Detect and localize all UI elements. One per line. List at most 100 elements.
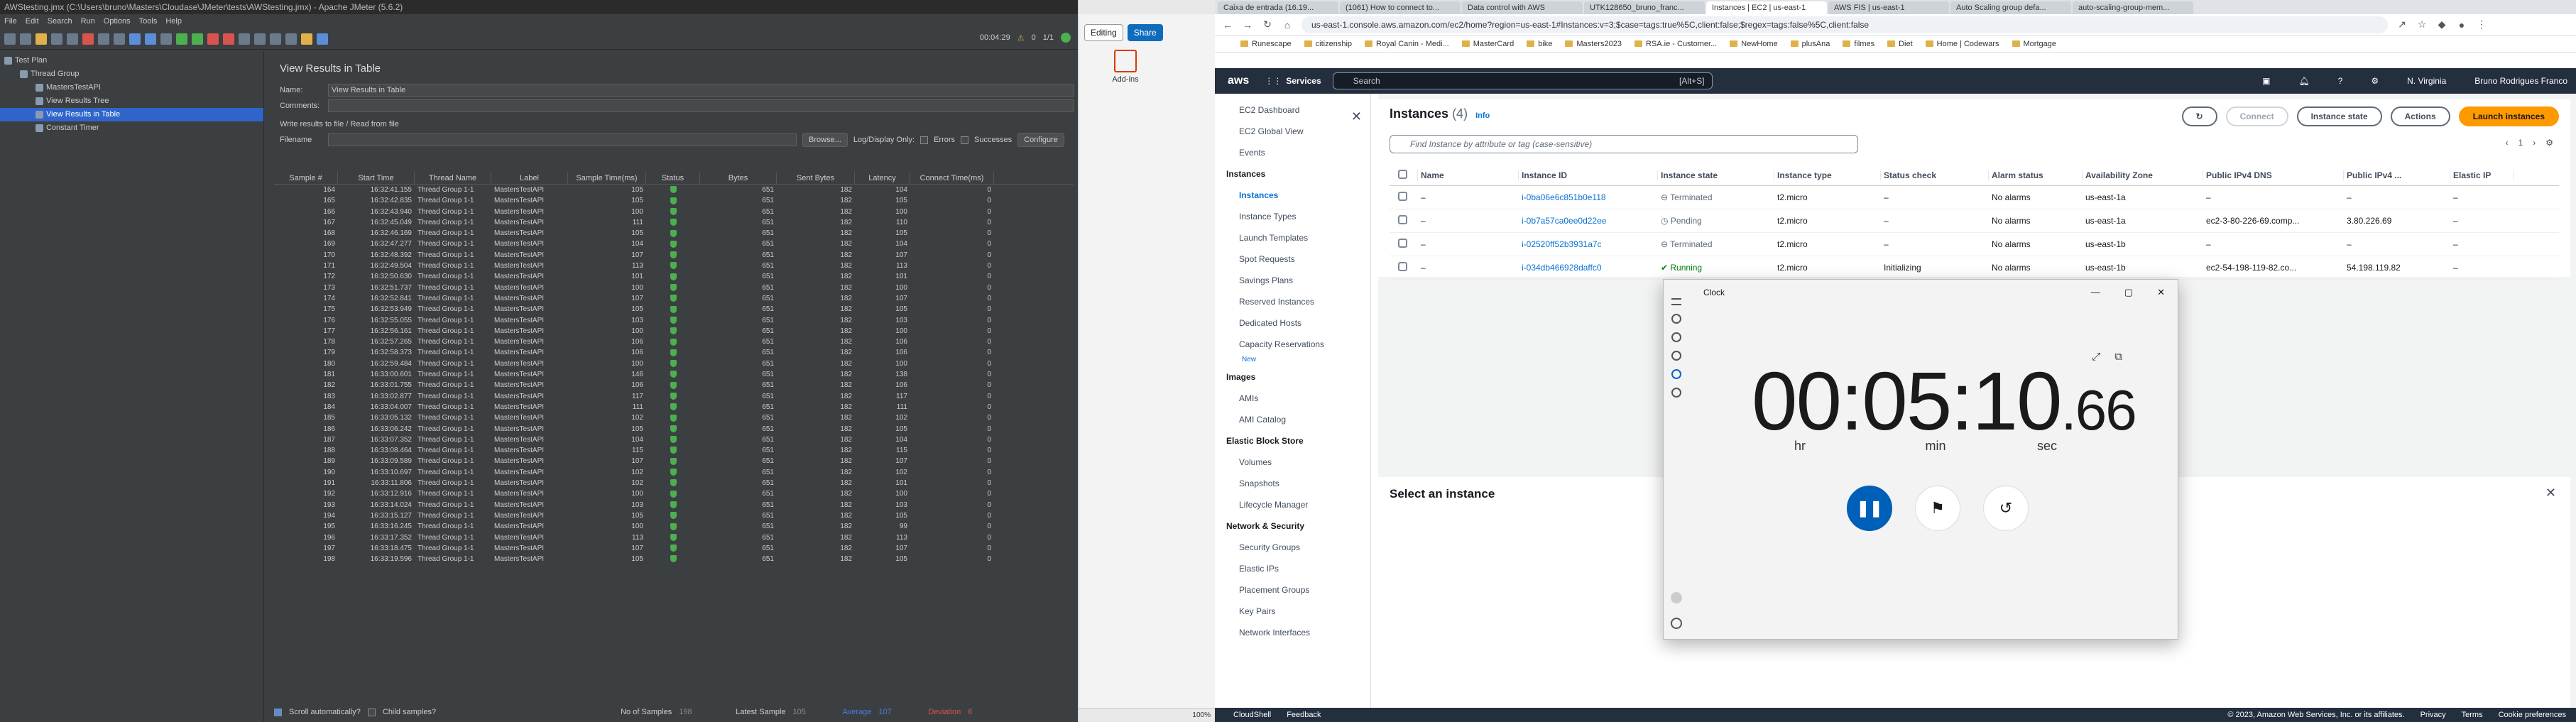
instances-column-header[interactable]: Instance type [1774, 170, 1881, 180]
browser-tab[interactable]: Auto Scaling group defa... [1950, 1, 2071, 14]
world-clock-icon[interactable] [1671, 388, 1681, 398]
table-row[interactable]: 180 16:32:59.484 Thread Group 1-1 MastersTe… [274, 359, 1074, 369]
table-row[interactable]: 182 16:33:01.755 Thread Group 1-1 MastersTe… [274, 380, 1074, 390]
table-row[interactable]: 186 16:33:06.242 Thread Group 1-1 MastersTe… [274, 424, 1074, 434]
sidebar-section-network-security[interactable]: Network & Security [1215, 515, 1370, 537]
bookmark-item[interactable]: MasterCard [1462, 40, 1514, 48]
services-menu[interactable]: Services [1286, 76, 1321, 86]
bookmark-item[interactable]: NewHome [1730, 40, 1777, 48]
table-row[interactable]: 188 16:33:08.464 Thread Group 1-1 MastersTe… [274, 445, 1074, 456]
warning-icon[interactable]: ⚠ [1017, 33, 1025, 43]
instance-id-link[interactable]: i-0b7a57ca0ee0d22ee [1519, 216, 1658, 226]
reset-search-icon[interactable] [285, 33, 297, 45]
scroll-auto-checkbox[interactable] [274, 708, 282, 716]
function-helper-icon[interactable] [301, 33, 312, 45]
close-sidebar-icon[interactable]: ✕ [1351, 109, 1362, 124]
sidebar-item-amis[interactable]: AMIs [1215, 388, 1370, 409]
instance-id-link[interactable]: i-02520ff52b3931a7c [1519, 239, 1658, 249]
browse-button[interactable]: Browse... [802, 133, 848, 147]
open-icon[interactable] [36, 33, 47, 45]
start-icon[interactable] [176, 33, 187, 45]
sidebar-item-ami-catalog[interactable]: AMI Catalog [1215, 409, 1370, 430]
sidebar-item-instance-types[interactable]: Instance Types [1215, 206, 1370, 227]
bookmark-item[interactable]: Royal Canin - Medi... [1365, 40, 1449, 48]
sidebar-item-spot-requests[interactable]: Spot Requests [1215, 248, 1370, 270]
editing-mode-button[interactable]: Editing [1084, 24, 1123, 41]
table-row[interactable]: 197 16:33:18.475 Thread Group 1-1 MastersTe… [274, 543, 1074, 554]
column-header[interactable]: Label [491, 172, 568, 184]
column-header[interactable]: Latency [855, 172, 910, 184]
new-icon[interactable] [4, 33, 16, 45]
instances-filter-input[interactable]: Find Instance by attribute or tag (case-… [1390, 135, 1858, 153]
browser-tab[interactable]: UTK128650_bruno_franc... [1584, 1, 1705, 14]
menu-edit[interactable]: Edit [26, 14, 39, 28]
instance-id-link[interactable]: i-0ba06e6c851b0e118 [1519, 192, 1658, 202]
zoom-level[interactable]: 100% [1192, 711, 1211, 719]
share-button[interactable]: Share [1127, 24, 1163, 41]
cloudshell-link[interactable]: CloudShell [1233, 708, 1271, 722]
table-row[interactable]: 179 16:32:58.373 Thread Group 1-1 MastersTe… [274, 347, 1074, 358]
privacy-link[interactable]: Privacy [2421, 708, 2446, 722]
sidebar-item-elastic-ips[interactable]: Elastic IPs [1215, 558, 1370, 579]
maximize-icon[interactable]: ▢ [2124, 280, 2133, 305]
instance-id-link[interactable]: i-034db466928daffc0 [1519, 263, 1658, 273]
search-icon[interactable] [270, 33, 281, 45]
menu-search[interactable]: Search [48, 14, 72, 28]
preferences-icon[interactable]: ⚙ [2545, 138, 2553, 148]
table-row[interactable]: 187 16:33:07.352 Thread Group 1-1 MastersTe… [274, 434, 1074, 445]
sidebar-section-elastic-block-store[interactable]: Elastic Block Store [1215, 430, 1370, 452]
table-row[interactable]: 185 16:33:05.132 Thread Group 1-1 MastersTe… [274, 412, 1074, 423]
instances-column-header[interactable]: Status check [1881, 170, 1989, 180]
reset-button[interactable]: ↺ [1983, 486, 2029, 531]
column-header[interactable]: Status [646, 172, 700, 184]
copy-icon[interactable] [98, 33, 109, 45]
menu-run[interactable]: Run [81, 14, 95, 28]
table-row[interactable]: 191 16:33:11.806 Thread Group 1-1 MastersTe… [274, 478, 1074, 488]
sidebar-item-ec-dashboard[interactable]: EC2 Dashboard [1215, 99, 1370, 121]
account-icon[interactable] [1671, 592, 1682, 603]
bookmark-item[interactable]: citizenship [1304, 40, 1352, 48]
instances-column-header[interactable]: Name [1418, 170, 1519, 180]
menu-tools[interactable]: Tools [139, 14, 158, 28]
table-row[interactable]: 172 16:32:50.630 Thread Group 1-1 MastersTe… [274, 271, 1074, 282]
table-row[interactable]: 166 16:32:43.940 Thread Group 1-1 MastersTe… [274, 207, 1074, 217]
services-menu-icon[interactable]: ⋮⋮ [1265, 76, 1282, 86]
select-all-checkbox[interactable] [1398, 169, 1407, 179]
sidebar-section-images[interactable]: Images [1215, 366, 1370, 388]
launch-instances-button[interactable]: Launch instances [2458, 106, 2559, 126]
row-checkbox[interactable] [1398, 192, 1407, 201]
sidebar-item-capacity-reservations[interactable]: Capacity Reservations [1215, 334, 1370, 355]
browser-tab[interactable]: Instances | EC2 | us-east-1 [1706, 1, 1827, 14]
current-page[interactable]: 1 [2518, 138, 2523, 148]
bookmark-item[interactable]: bike [1527, 40, 1552, 48]
settings-icon[interactable]: ⚙ [2371, 76, 2379, 86]
terms-link[interactable]: Terms [2462, 708, 2483, 722]
tree-item[interactable]: Constant Timer [0, 121, 263, 135]
browser-tab[interactable]: Caixa de entrada (16.19... [1218, 1, 1338, 14]
instances-column-header[interactable]: Alarm status [1989, 170, 2083, 180]
region-selector[interactable]: N. Virginia [2407, 76, 2446, 86]
instance-row[interactable]: – i-0b7a57ca0ee0d22ee ◷ Pending t2.micro – No… [1390, 209, 2559, 233]
shutdown-icon[interactable] [223, 33, 234, 45]
back-icon[interactable]: ← [1222, 19, 1233, 31]
errors-checkbox[interactable] [920, 136, 929, 144]
browser-tab[interactable]: auto-scaling-group-mem... [2073, 1, 2193, 14]
table-row[interactable]: 173 16:32:51.737 Thread Group 1-1 MastersTe… [274, 283, 1074, 293]
bookmark-star-icon[interactable]: ☆ [2416, 18, 2428, 31]
instances-column-header[interactable]: Public IPv4 DNS [2203, 170, 2344, 180]
close-icon[interactable]: ✕ [2157, 280, 2165, 305]
browser-menu-icon[interactable]: ⋮ [2476, 18, 2487, 31]
table-row[interactable]: 181 16:33:00.601 Thread Group 1-1 MastersTe… [274, 369, 1074, 380]
sidebar-item-security-groups[interactable]: Security Groups [1215, 537, 1370, 558]
comments-field[interactable] [328, 99, 1074, 112]
help-icon[interactable]: ? [2338, 76, 2343, 86]
menu-help[interactable]: Help [165, 14, 182, 28]
save-icon[interactable] [51, 33, 62, 45]
info-link[interactable]: Info [1475, 111, 1490, 120]
cloudshell-icon[interactable]: ▣ [2262, 76, 2270, 86]
bookmark-item[interactable]: Mortgage [2012, 40, 2056, 48]
table-row[interactable]: 177 16:32:56.161 Thread Group 1-1 MastersTe… [274, 326, 1074, 337]
extensions-icon[interactable]: ◆ [2436, 18, 2447, 31]
prev-page-icon[interactable]: ‹ [2506, 138, 2509, 148]
bookmark-item[interactable]: Diet [1887, 40, 1913, 48]
